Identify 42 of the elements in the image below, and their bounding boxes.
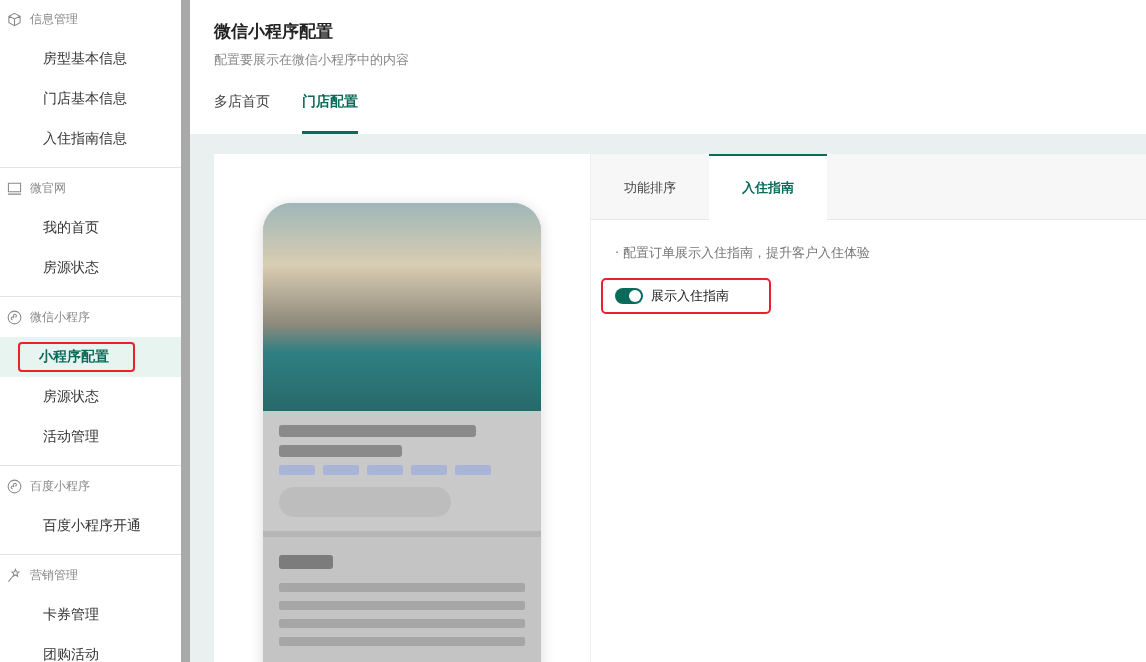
tab[interactable]: 多店首页: [214, 93, 270, 134]
cube-icon: [7, 11, 22, 27]
tab[interactable]: 入住指南: [709, 154, 827, 220]
sidebar-item[interactable]: 百度小程序开通: [0, 506, 181, 546]
tab[interactable]: 门店配置: [302, 93, 358, 134]
toggle-label: 展示入住指南: [651, 287, 729, 305]
sidebar-item[interactable]: 入住指南信息: [0, 119, 181, 159]
sidebar-item[interactable]: 活动管理: [0, 417, 181, 457]
tab[interactable]: 功能排序: [591, 154, 709, 219]
toggle-switch[interactable]: [615, 288, 643, 304]
sidebar-item[interactable]: 卡券管理: [0, 595, 181, 635]
menu-item-label: 门店基本信息: [42, 89, 128, 108]
hint-text: · 配置订单展示入住指南，提升客户入住体验: [614, 244, 872, 262]
sidebar-item[interactable]: 房源状态: [0, 377, 181, 417]
mini-program-icon: [7, 478, 22, 494]
scrollbar[interactable]: [181, 0, 190, 662]
menu-group-title: 信息管理: [30, 10, 78, 28]
page-subtitle: 配置要展示在微信小程序中的内容: [214, 51, 410, 69]
menu-item-label: 百度小程序开通: [42, 516, 142, 535]
menu-group-title: 百度小程序: [30, 477, 90, 495]
menu-group-title: 微信小程序: [30, 308, 90, 326]
menu-item-label: 房源状态: [42, 387, 100, 406]
sidebar-item[interactable]: 我的首页: [0, 208, 181, 248]
mini-program-icon: [7, 309, 22, 325]
sidebar-item[interactable]: 房源状态: [0, 248, 181, 288]
menu-group-title: 微官网: [30, 179, 66, 197]
sidebar-item[interactable]: 团购活动: [0, 635, 181, 662]
menu-item-label: 我的首页: [42, 218, 100, 237]
sparkle-wand-icon: [7, 567, 22, 583]
menu-item-label: 小程序配置: [18, 342, 135, 372]
sidebar-item[interactable]: 门店基本信息: [0, 79, 181, 119]
sidebar-item[interactable]: 小程序配置: [0, 337, 181, 377]
sidebar-item[interactable]: 房型基本信息: [0, 39, 181, 79]
monitor-icon: [7, 180, 22, 196]
menu-item-label: 活动管理: [42, 427, 100, 446]
menu-item-label: 房源状态: [42, 258, 100, 277]
menu-item-label: 卡券管理: [42, 605, 100, 624]
menu-item-label: 团购活动: [42, 645, 100, 662]
page-title: 微信小程序配置: [214, 20, 334, 43]
menu-group-title: 营销管理: [30, 566, 78, 584]
menu-item-label: 入住指南信息: [42, 129, 128, 148]
menu-item-label: 房型基本信息: [42, 49, 128, 68]
